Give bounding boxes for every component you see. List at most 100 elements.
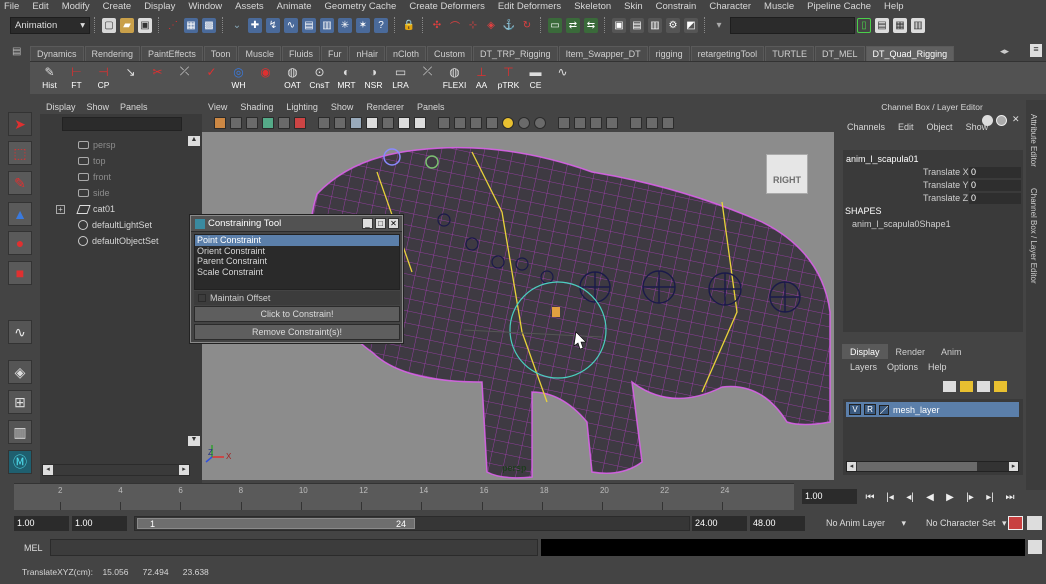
- shelf-tab-nhair[interactable]: nHair: [349, 46, 385, 61]
- menu-file[interactable]: File: [4, 1, 19, 12]
- go-to-end-icon[interactable]: ⏭: [1000, 492, 1020, 503]
- last-tool-icon[interactable]: ∿: [8, 320, 32, 344]
- attr-translate-x-value[interactable]: 0: [969, 167, 1021, 178]
- menu-pipeline-cache[interactable]: Pipeline Cache: [807, 1, 871, 12]
- shelf-options-icon[interactable]: ≡: [1030, 44, 1042, 57]
- command-input[interactable]: [50, 539, 538, 556]
- snap-grid-icon[interactable]: ✣: [430, 18, 444, 33]
- shelf-tab-toon[interactable]: Toon: [203, 46, 238, 61]
- scroll-left-icon[interactable]: ◂: [847, 462, 856, 471]
- layers-menu-layers[interactable]: Layers: [850, 362, 877, 372]
- filter-icon[interactable]: ⌄: [230, 18, 244, 33]
- select-curves-icon[interactable]: ∿: [284, 17, 298, 33]
- minimize-icon[interactable]: _: [362, 218, 373, 229]
- shelf-button-cnst[interactable]: ⊙ CnsT: [306, 62, 333, 95]
- auto-key-icon[interactable]: [1008, 516, 1023, 530]
- anim-layer-dropdown[interactable]: No Anim Layer ▾: [826, 518, 906, 529]
- ssao-icon[interactable]: [590, 117, 602, 129]
- layer-name[interactable]: mesh_layer: [893, 405, 940, 415]
- viewport-menu-panels[interactable]: Panels: [417, 102, 445, 112]
- scroll-left-icon[interactable]: ◂: [43, 465, 53, 475]
- snap-live-icon[interactable]: ⚓: [502, 18, 516, 33]
- xray-icon[interactable]: [398, 117, 410, 129]
- playback-end-field[interactable]: 24.00: [692, 516, 747, 531]
- move-down-icon[interactable]: [994, 381, 1007, 392]
- shelf-button-cp[interactable]: ⊣ CP: [90, 62, 117, 95]
- motion-blur-icon[interactable]: [606, 117, 618, 129]
- list-item-scale-constraint[interactable]: Scale Constraint: [195, 267, 399, 278]
- select-joints-icon[interactable]: ↯: [266, 17, 280, 33]
- select-hierarchy-icon[interactable]: ⋰: [166, 18, 180, 33]
- maximize-icon[interactable]: □: [375, 218, 386, 229]
- io-graph-icon[interactable]: ▭: [548, 17, 562, 33]
- select-handles-icon[interactable]: ✚: [248, 17, 262, 33]
- lasso-tool-icon[interactable]: ⬚: [8, 141, 32, 165]
- menu-animate[interactable]: Animate: [277, 1, 312, 12]
- tool-settings-toggle-icon[interactable]: ▦: [893, 17, 907, 33]
- move-up-icon[interactable]: [977, 381, 990, 392]
- viewport-menu-renderer[interactable]: Renderer: [366, 102, 404, 112]
- checkbox-box[interactable]: [198, 294, 206, 302]
- paint-select-icon[interactable]: ✎: [8, 171, 32, 195]
- attr-translate-y-value[interactable]: 0: [969, 180, 1021, 191]
- shelf-button-mrt[interactable]: ◐ MRT: [333, 62, 360, 95]
- attribute-editor-toggle-icon[interactable]: ▤: [875, 17, 889, 33]
- shelf-button-ptrk[interactable]: ⊤ pTRK: [495, 62, 522, 95]
- menu-muscle[interactable]: Muscle: [764, 1, 794, 12]
- image-plane-icon[interactable]: [262, 117, 274, 129]
- outliner-item-side[interactable]: side: [78, 186, 110, 200]
- single-pane-icon[interactable]: ◈: [8, 360, 32, 384]
- snap-point-icon[interactable]: ⊹: [466, 18, 480, 33]
- new-scene-icon[interactable]: ▢: [102, 17, 116, 33]
- shelf-tab-rendering[interactable]: Rendering: [84, 46, 141, 61]
- shelf-tab-turtle[interactable]: TURTLE: [765, 46, 815, 61]
- attr-translate-x-label[interactable]: Translate X: [923, 167, 969, 177]
- select-deformations-icon[interactable]: ▥: [320, 17, 334, 33]
- step-back-frame-icon[interactable]: |◂: [880, 492, 900, 503]
- list-item-orient-constraint[interactable]: Orient Constraint: [195, 246, 399, 257]
- shelf-button-oat[interactable]: ◍ OAT: [279, 62, 306, 95]
- visibility-toggle[interactable]: V: [849, 404, 861, 415]
- ambient-occlusion-icon[interactable]: [486, 117, 498, 129]
- current-frame-field[interactable]: 1.00: [802, 489, 857, 504]
- io-inputs-icon[interactable]: ⇄: [566, 17, 580, 33]
- play-forwards-icon[interactable]: ▶: [940, 492, 960, 503]
- sidebar-toggle-icon[interactable]: ▯: [857, 17, 871, 33]
- menu-skin[interactable]: Skin: [624, 1, 642, 12]
- new-layer-icon[interactable]: [943, 381, 956, 392]
- shelf-button-ft[interactable]: ⊢ FT: [63, 62, 90, 95]
- select-object-icon[interactable]: ▦: [184, 17, 198, 33]
- channel-box-toggle-icon[interactable]: ▥: [911, 17, 925, 33]
- shelf-button-tool-3[interactable]: ↘: [117, 62, 144, 95]
- animation-start-field[interactable]: 1.00: [14, 516, 69, 531]
- select-rendering-icon[interactable]: ✶: [356, 17, 370, 33]
- outliner-item-cat01[interactable]: cat01: [76, 202, 115, 216]
- menu-constrain[interactable]: Constrain: [656, 1, 697, 12]
- history-icon[interactable]: ↻: [520, 18, 534, 33]
- shelf-tab-fur[interactable]: Fur: [320, 46, 349, 61]
- scroll-down-icon[interactable]: ▼: [188, 436, 200, 446]
- outliner-item-persp[interactable]: persp: [78, 138, 116, 152]
- shelf-button-flexi[interactable]: ◍ FLEXI: [441, 62, 468, 95]
- safe-action-icon[interactable]: [646, 117, 658, 129]
- outliner-menu-panels[interactable]: Panels: [120, 102, 148, 112]
- save-scene-icon[interactable]: ▣: [138, 17, 152, 33]
- bookmark-icon[interactable]: [246, 117, 258, 129]
- outliner-item-defaultobjectset[interactable]: defaultObjectSet: [78, 234, 159, 248]
- outliner-item-defaultlightset[interactable]: defaultLightSet: [78, 218, 152, 232]
- shadow-icon[interactable]: [574, 117, 586, 129]
- range-slider-handle[interactable]: 1 24: [137, 518, 415, 529]
- remove-constraint-button[interactable]: Remove Constraint(s)!: [194, 324, 400, 340]
- viewcube[interactable]: RIGHT: [766, 154, 808, 194]
- rotate-tool-icon[interactable]: ●: [8, 231, 32, 255]
- channel-menu-object[interactable]: Object: [927, 122, 953, 132]
- menu-set-dropdown[interactable]: Animation ▾: [10, 16, 90, 34]
- smooth-shade-icon[interactable]: [334, 117, 346, 129]
- scale-tool-icon[interactable]: ■: [8, 261, 32, 285]
- outliner-hscrollbar[interactable]: ◂ ▸: [42, 464, 190, 476]
- list-item-point-constraint[interactable]: Point Constraint: [195, 235, 399, 246]
- shelf-tab-ncloth[interactable]: nCloth: [386, 46, 427, 61]
- select-component-icon[interactable]: ▩: [202, 17, 216, 33]
- textured-icon[interactable]: [366, 117, 378, 129]
- layer-hscrollbar[interactable]: ◂ ▸: [846, 461, 1019, 472]
